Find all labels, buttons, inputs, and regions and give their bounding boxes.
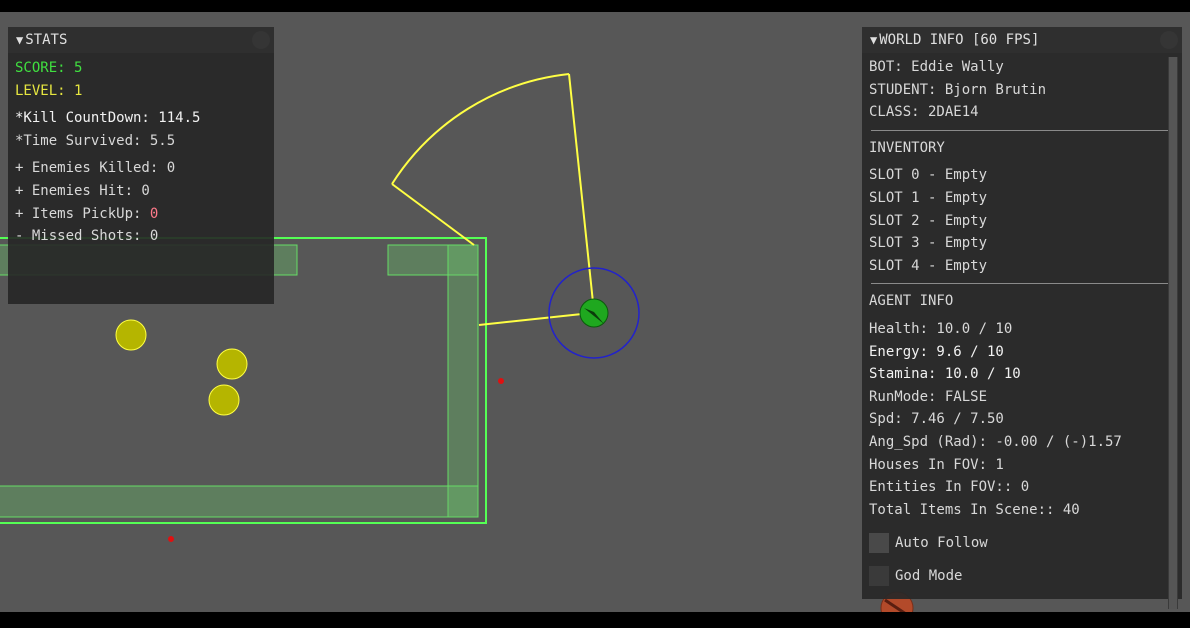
god-mode-label: God Mode [895,567,963,584]
item-pickup [208,384,240,416]
item-pickup [216,348,248,380]
close-icon[interactable] [252,31,270,49]
time-survived-text: *Time Survived: 5.5 [15,132,176,149]
items [115,319,248,416]
score-text: SCORE: 5 [15,60,83,76]
houses-in-fov-text: Houses In FOV: 1 [869,456,1004,473]
inventory-slot: SLOT 0 - Empty [869,167,988,184]
items-pickup-text: + Items PickUp: 0 [15,203,274,226]
inventory-header: INVENTORY [869,139,945,156]
student-name-text: STUDENT: Bjorn Brutin [869,81,1047,98]
kill-countdown-text: *Kill CountDown: 114.5 [15,110,201,127]
items-pickup-value: 0 [149,205,159,222]
close-icon[interactable] [1160,31,1178,49]
class-text: CLASS: 2DAE14 [869,104,979,121]
agent [548,267,640,359]
enemies-hit-text: + Enemies Hit: 0 [15,182,150,199]
world-info-title: WORLD INFO [60 FPS] [879,32,1040,48]
inventory-slot: SLOT 3 - Empty [869,235,988,252]
entities-in-fov-text: Entities In FOV:: 0 [869,479,1030,496]
items-pickup-label: + Items PickUp: [15,205,150,222]
stats-title: STATS [25,32,68,48]
marker-dot [498,378,504,384]
missed-shots-text: - Missed Shots: 0 [15,228,159,245]
god-mode-checkbox[interactable] [869,565,889,586]
auto-follow-toggle[interactable]: Auto Follow [869,526,1182,559]
bot-name-text: BOT: Eddie Wally [869,59,1004,75]
inventory-slot: SLOT 2 - Empty [869,212,988,229]
marker-dot [168,536,174,542]
collapse-triangle-icon[interactable]: ▼ [870,33,877,47]
scrollbar[interactable] [1168,57,1178,609]
health-text: Health: 10.0 / 10 [869,320,1013,337]
energy-text: Energy: 9.6 / 10 [869,343,1004,360]
enemies-killed-text: + Enemies Killed: 0 [15,160,176,177]
inventory-slot: SLOT 4 - Empty [869,257,988,274]
runmode-text: RunMode: FALSE [869,388,988,405]
collapse-triangle-icon[interactable]: ▼ [16,33,23,47]
level-text: LEVEL: 1 [15,82,83,99]
item-pickup [115,319,147,351]
angular-speed-text: Ang_Spd (Rad): -0.00 / (-)1.57 [869,433,1122,450]
scrollbar-thumb[interactable] [1169,57,1177,609]
speed-text: Spd: 7.46 / 7.50 [869,411,1004,428]
auto-follow-label: Auto Follow [895,534,988,551]
stamina-text: Stamina: 10.0 / 10 [869,366,1021,383]
world-info-panel-header[interactable]: ▼ WORLD INFO [60 FPS] [862,27,1182,53]
stats-panel-header[interactable]: ▼ STATS [8,27,274,53]
auto-follow-checkbox[interactable] [869,532,889,553]
fov-cone [391,73,595,326]
stats-panel: ▼ STATS SCORE: 5 LEVEL: 1 *Kill CountDow… [8,27,274,304]
god-mode-toggle[interactable]: God Mode [869,559,1182,592]
divider [871,129,1176,131]
inventory-slot: SLOT 1 - Empty [869,189,988,206]
agent-info-header: AGENT INFO [869,293,954,310]
total-items-text: Total Items In Scene:: 40 [869,501,1080,518]
divider [871,283,1176,285]
house-wall-right [447,244,479,518]
world-info-panel: ▼ WORLD INFO [60 FPS] BOT: Eddie Wally S… [862,27,1182,609]
house-wall-bottom [0,485,479,518]
